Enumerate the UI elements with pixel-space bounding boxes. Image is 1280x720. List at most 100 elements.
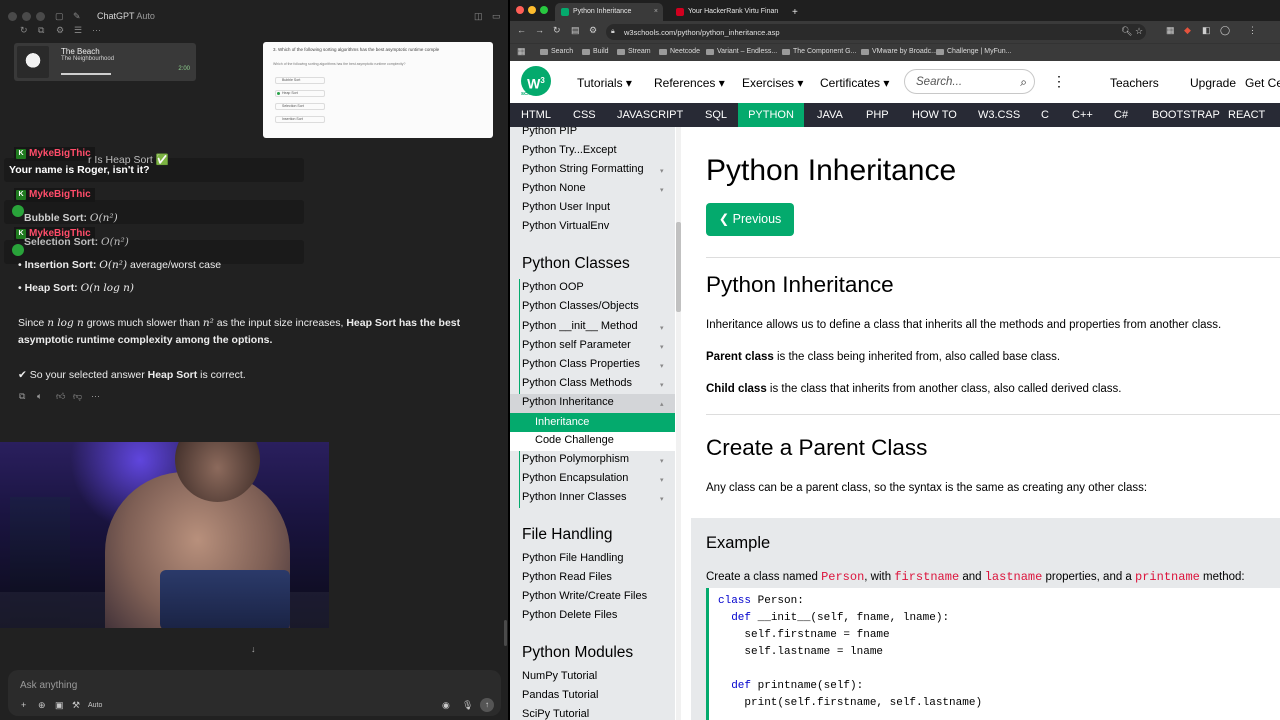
canvas-icon[interactable]: ▣: [55, 701, 64, 710]
sidebar-subitem-code-challenge[interactable]: Code Challenge: [535, 434, 614, 446]
profile-icon[interactable]: ◯: [1220, 26, 1230, 35]
sidebar-item-string-formatting[interactable]: Python String Formatting: [522, 163, 644, 175]
sidebar-subitem-inheritance-active[interactable]: Inheritance: [510, 413, 675, 432]
bookmark-challenge[interactable]: Challenge | MyFun...: [936, 48, 1011, 55]
chat-app-title[interactable]: ChatGPT Auto: [97, 11, 155, 21]
previous-button[interactable]: ❮ Previous: [706, 203, 794, 236]
bookmark-variant[interactable]: Variant – Endless...: [706, 48, 777, 55]
tools-icon[interactable]: ⚒: [72, 701, 80, 710]
sidebar-item-inheritance[interactable]: Python Inheritance: [522, 396, 614, 408]
copy-response-icon[interactable]: ⧉: [19, 391, 25, 402]
sidebar-item-try-except[interactable]: Python Try...Except: [522, 144, 617, 156]
collapse-caret-icon[interactable]: ▴: [660, 400, 664, 408]
sidebar-item-file-handling[interactable]: Python File Handling: [522, 552, 624, 564]
new-tab-icon[interactable]: +: [788, 2, 798, 20]
more-options-icon[interactable]: ⋯: [91, 391, 100, 402]
globe-icon[interactable]: ⊕: [38, 701, 46, 710]
topnav-w3css[interactable]: W3.CSS: [970, 103, 1028, 127]
expand-caret-icon[interactable]: ▾: [660, 362, 664, 370]
split-view-icon[interactable]: ▤: [571, 26, 580, 35]
window-icon[interactable]: ▭: [492, 12, 501, 21]
bookmark-stream[interactable]: Stream: [617, 48, 651, 55]
apps-icon[interactable]: ▦: [517, 47, 526, 56]
refresh-icon[interactable]: ↻: [20, 26, 28, 35]
sidebar-scrollbar-thumb[interactable]: [676, 222, 681, 312]
forward-icon[interactable]: →: [535, 26, 544, 35]
sidebar-item-encapsulation[interactable]: Python Encapsulation: [522, 472, 628, 484]
attach-plus-icon[interactable]: +: [21, 701, 26, 710]
topnav-react[interactable]: REACT: [1220, 103, 1273, 127]
bookmark-build[interactable]: Build: [582, 48, 609, 55]
code-block[interactable]: class Person: def __init__(self, fname, …: [706, 588, 1280, 720]
extension-icon[interactable]: ◧: [1202, 26, 1211, 35]
topnav-sql[interactable]: SQL: [697, 103, 735, 127]
extension-red-icon[interactable]: ◆: [1184, 26, 1191, 35]
sidebar-item-pandas[interactable]: Pandas Tutorial: [522, 689, 598, 701]
site-search-input[interactable]: Search... ⌕: [904, 69, 1035, 94]
sidebar-item-read-files[interactable]: Python Read Files: [522, 571, 612, 583]
menu-icon[interactable]: ⋮: [1248, 26, 1257, 35]
bookmark-component[interactable]: The Component G...: [782, 48, 856, 55]
expand-caret-icon[interactable]: ▾: [660, 186, 664, 194]
thumbs-down-icon[interactable]: 👎︎: [73, 391, 82, 402]
site-info-icon[interactable]: ⚙: [589, 26, 597, 35]
back-icon[interactable]: ←: [517, 26, 526, 35]
tab-python-inheritance[interactable]: Python Inheritance ×: [555, 3, 663, 21]
read-aloud-icon[interactable]: 🔈︎: [37, 391, 42, 402]
tab-hackerrank[interactable]: Your HackerRank Virtu Finan: [670, 3, 790, 21]
expand-caret-icon[interactable]: ▾: [660, 324, 664, 332]
sidebar-item-class-methods[interactable]: Python Class Methods: [522, 377, 632, 389]
close-window-dot[interactable]: [516, 6, 524, 14]
nav-get-certified[interactable]: Get Cer: [1245, 76, 1280, 90]
topnav-python[interactable]: PYTHON: [738, 103, 804, 127]
scroll-down-icon[interactable]: ↓: [251, 644, 256, 654]
expand-caret-icon[interactable]: ▾: [660, 457, 664, 465]
sidebar-item-numpy[interactable]: NumPy Tutorial: [522, 670, 597, 682]
address-bar[interactable]: 🔒︎ w3schools.com/python/python_inheritan…: [606, 24, 1146, 40]
sidebar-item-scipy[interactable]: SciPy Tutorial: [522, 708, 589, 720]
new-chat-icon[interactable]: ✎: [73, 12, 81, 21]
thumbs-up-icon[interactable]: 👍︎: [56, 391, 65, 402]
sidebar-item-self-parameter[interactable]: Python self Parameter: [522, 339, 631, 351]
composer-placeholder[interactable]: Ask anything: [20, 680, 77, 691]
sidebar-item-oop[interactable]: Python OOP: [522, 281, 584, 293]
sidebar-item-user-input[interactable]: Python User Input: [522, 201, 610, 213]
send-button[interactable]: ↑: [480, 698, 494, 712]
topnav-bootstrap[interactable]: BOOTSTRAP: [1144, 103, 1228, 127]
copy-icon[interactable]: ⧉: [38, 26, 44, 35]
nav-exercises[interactable]: Exercises ▾: [742, 76, 803, 90]
reload-icon[interactable]: ↻: [553, 26, 561, 35]
composer-mode[interactable]: Auto: [88, 702, 102, 709]
more-icon[interactable]: ⋯: [92, 26, 101, 35]
sidebar-item-virtualenv[interactable]: Python VirtualEnv: [522, 220, 609, 232]
nav-upgrade[interactable]: Upgrade: [1190, 76, 1236, 90]
sidebar-item-inner-classes[interactable]: Python Inner Classes: [522, 491, 627, 503]
sidebar-item-none[interactable]: Python None: [522, 182, 586, 194]
expand-caret-icon[interactable]: ▾: [660, 495, 664, 503]
topnav-csharp[interactable]: C#: [1106, 103, 1136, 127]
topnav-c[interactable]: C: [1033, 103, 1057, 127]
sidebar-item-delete-files[interactable]: Python Delete Files: [522, 609, 617, 621]
nav-certificates[interactable]: Certificates ▾: [820, 76, 889, 90]
zoom-window-dot[interactable]: [540, 6, 548, 14]
topnav-css[interactable]: CSS: [565, 103, 604, 127]
expand-caret-icon[interactable]: ▾: [660, 381, 664, 389]
topnav-java[interactable]: JAVA: [809, 103, 851, 127]
sidebar-item-polymorphism[interactable]: Python Polymorphism: [522, 453, 629, 465]
more-menu-icon[interactable]: ⋮: [1052, 73, 1066, 90]
expand-caret-icon[interactable]: ▾: [660, 343, 664, 351]
bookmark-search[interactable]: Search: [540, 48, 573, 55]
topnav-html[interactable]: HTML: [513, 103, 559, 127]
nav-teachers[interactable]: Teachers: [1110, 76, 1159, 90]
microphone-icon[interactable]: 🎙︎: [462, 701, 473, 710]
sidebar-toggle-icon[interactable]: ▢: [55, 12, 64, 21]
topnav-php[interactable]: PHP: [858, 103, 897, 127]
minimize-window-dot[interactable]: [528, 6, 536, 14]
sidebar-item-classes-objects[interactable]: Python Classes/Objects: [522, 300, 639, 312]
sidebar-item-write-create-files[interactable]: Python Write/Create Files: [522, 590, 647, 602]
nav-references[interactable]: References ▾: [654, 76, 725, 90]
share-icon[interactable]: ◫: [474, 12, 483, 21]
sidebar-scrollbar[interactable]: [676, 127, 681, 720]
bookmark-star-icon[interactable]: ☆: [1135, 27, 1143, 36]
bookmark-neetcode[interactable]: Neetcode: [659, 48, 700, 55]
